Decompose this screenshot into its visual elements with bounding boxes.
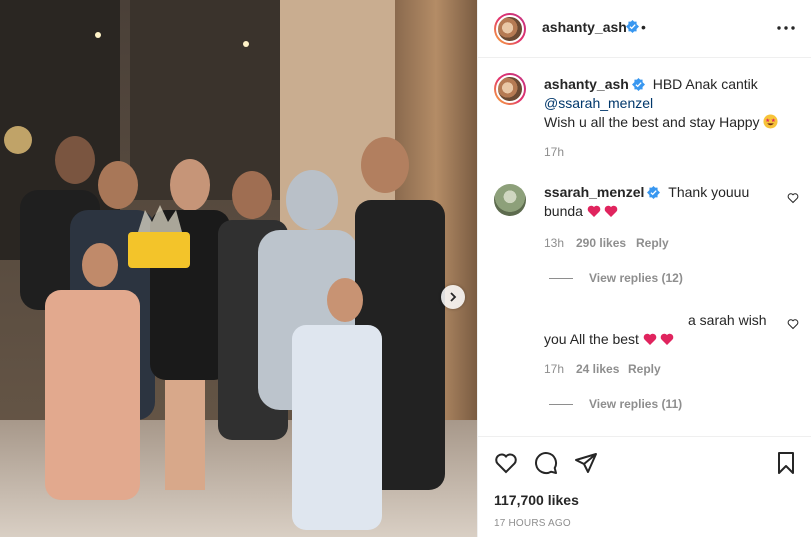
verified-badge-icon (631, 78, 645, 91)
reply-button[interactable]: Reply (628, 362, 661, 376)
photo-image (0, 0, 477, 537)
caption-username[interactable]: ashanty_ash (544, 76, 629, 92)
author-avatar[interactable] (494, 13, 526, 45)
view-replies-line (549, 277, 573, 279)
caption-mention-link[interactable]: @ssarah_menzel (544, 95, 653, 111)
post-timestamp[interactable]: 17 HOURS AGO (494, 518, 571, 529)
more-options-icon[interactable] (774, 18, 798, 38)
star-struck-emoji-icon (763, 114, 778, 129)
comment-age: 13h (544, 236, 565, 250)
commenter-username[interactable]: ssarah_menzel (544, 184, 644, 200)
view-replies-button[interactable]: View replies (12) (549, 271, 683, 285)
comment-likes[interactable]: 24 likes (576, 362, 619, 376)
reply-button[interactable]: Reply (636, 236, 669, 250)
next-photo-button[interactable] (441, 285, 465, 309)
like-heart-icon[interactable] (494, 451, 518, 475)
red-hearts-emoji-icon (643, 333, 674, 345)
chevron-right-icon (450, 292, 457, 302)
like-comment-heart-icon[interactable] (787, 192, 799, 204)
caption-body: ashanty_ash HBD Anak cantik @ssarah_menz… (544, 75, 796, 132)
author-username[interactable]: ashanty_ash (542, 19, 627, 35)
verified-badge-icon (647, 186, 661, 199)
comment-likes[interactable]: 290 likes (576, 236, 626, 250)
comment-text: Thank youuu (668, 184, 750, 200)
comment-age: 17h (544, 362, 565, 376)
comment-text-cont: bunda (544, 203, 583, 219)
post-photo[interactable] (0, 0, 477, 537)
share-paper-plane-icon[interactable] (574, 451, 598, 475)
separator-dot: • (641, 19, 646, 35)
post-actions: 117,700 likes 17 HOURS AGO (478, 436, 811, 537)
red-hearts-emoji-icon (587, 205, 618, 217)
caption-avatar[interactable] (494, 73, 526, 105)
comment-body: a sarah wish you All the best (544, 311, 784, 349)
commenter-avatar[interactable] (494, 184, 526, 216)
view-replies-label: View replies (11) (589, 397, 683, 411)
verified-badge-icon (626, 20, 639, 33)
caption-age: 17h (544, 145, 565, 159)
comment-body: ssarah_menzel Thank youuu bunda (544, 183, 784, 221)
caption-line2: Wish u all the best and stay Happy (544, 114, 760, 130)
comment-text-cont: you All the best (544, 331, 639, 347)
post-header: ashanty_ash • (478, 0, 811, 58)
post-side-panel: ashanty_ash • ashanty_ash HBD Anak canti… (477, 0, 811, 537)
comment-bubble-icon[interactable] (534, 451, 558, 475)
save-bookmark-icon[interactable] (774, 451, 798, 475)
view-replies-button[interactable]: View replies (11) (549, 397, 682, 411)
view-replies-line (549, 403, 573, 405)
like-comment-heart-icon[interactable] (787, 318, 799, 330)
post-likes-count[interactable]: 117,700 likes (494, 492, 579, 508)
view-replies-label: View replies (12) (589, 271, 683, 285)
caption-text: HBD Anak cantik (652, 76, 758, 92)
comment-text: a sarah wish (688, 312, 767, 328)
